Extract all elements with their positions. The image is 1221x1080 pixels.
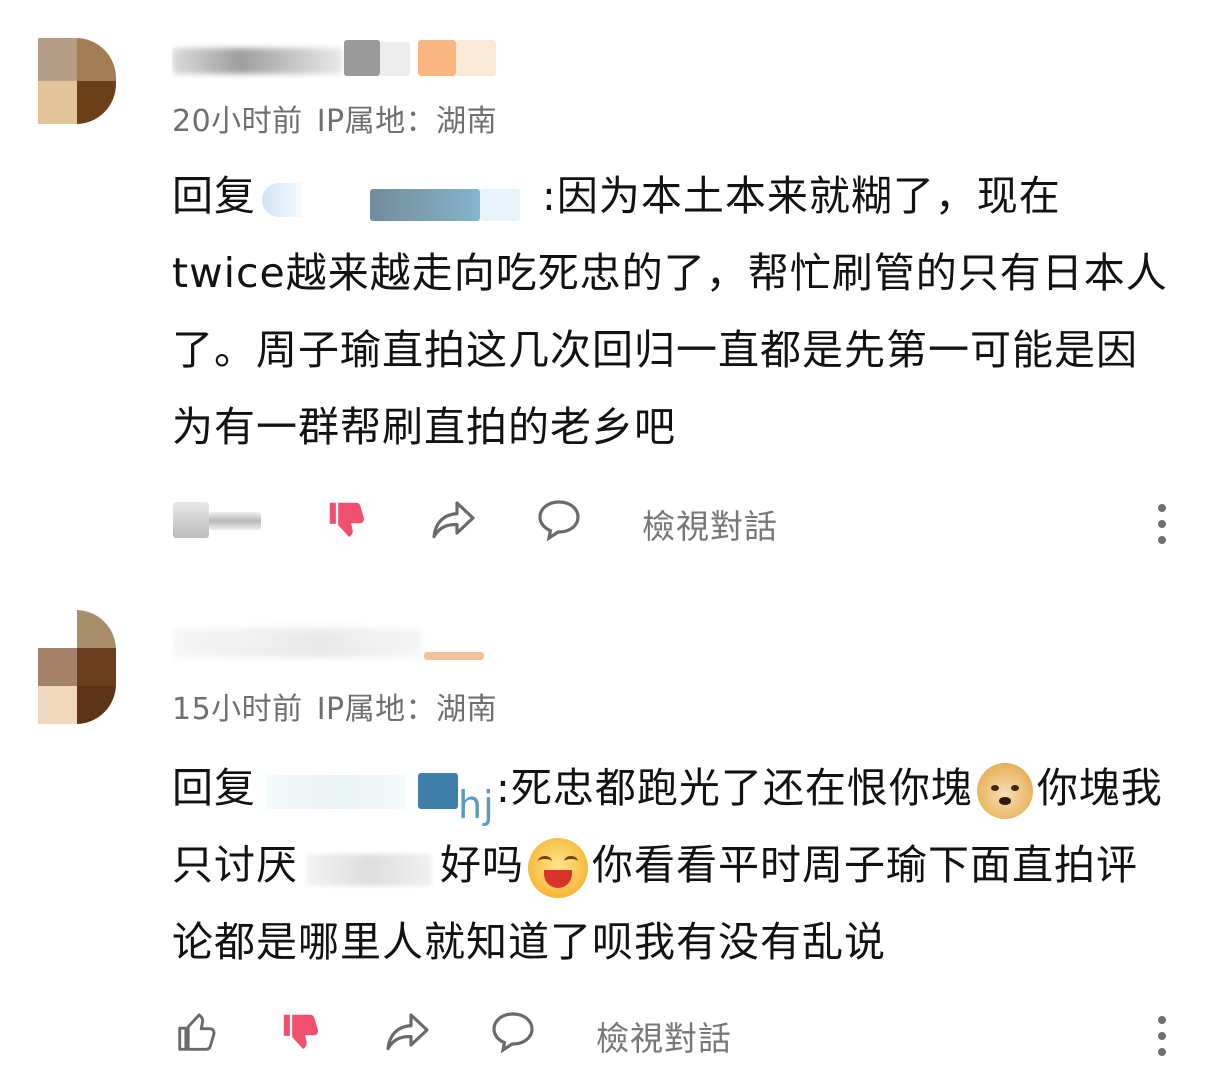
comment-actions: 檢視對話 [172,1002,1172,1062]
mention-redacted[interactable] [302,848,436,888]
avatar[interactable] [38,38,116,124]
share-button[interactable] [428,490,478,550]
view-thread-link[interactable]: 檢視對話 [596,1012,732,1060]
comment-actions: 檢視對話 [172,490,1172,550]
thumbs-up-icon [178,1013,216,1051]
like-count-redacted [172,490,262,550]
more-options-button[interactable] [1152,494,1172,546]
reply-button[interactable] [534,490,584,550]
mention-redacted[interactable]: hj [260,771,494,827]
comment-body: 回复 :因为本土本来就糊了，现在twice越来越走向吃死忠的了，帮忙刷管的只有日… [172,158,1172,466]
ip-location: IP属地：湖南 [316,692,498,727]
reply-prefix: 回复 [172,172,256,220]
comment-body: 回复 hj :死忠都跑光了还在恨你塊 你塊我只讨厌 好吗 你看看平时周子瑜下面直… [172,750,1172,981]
reply-prefix: 回复 [172,764,256,812]
timestamp: 20小时前 [172,104,303,139]
mention-suffix: hj [458,783,495,827]
comment-meta: 20小时前 IP属地：湖南 [172,96,511,140]
share-button[interactable] [382,1002,432,1062]
view-thread-link[interactable]: 檢視對話 [642,500,778,548]
reply-text: 好吗 [440,841,524,889]
like-button[interactable] [172,1002,222,1062]
doge-emoji-icon [976,763,1033,819]
avatar[interactable] [38,610,116,724]
mention-redacted[interactable] [260,179,538,221]
more-options-button[interactable] [1152,1006,1172,1058]
dislike-button[interactable] [322,490,372,550]
share-arrow-icon [386,1013,429,1051]
comment-meta: 15小时前 IP属地：湖南 [172,684,511,728]
ip-location: IP属地：湖南 [316,104,498,139]
laughing-emoji-icon [528,838,588,898]
share-arrow-icon [432,501,475,539]
speech-bubble-icon [538,500,580,542]
thumbs-down-icon [283,1014,319,1050]
username-redacted[interactable] [172,620,502,664]
reply-text: :死忠都跑光了还在恨你塊 [496,764,973,812]
reply-button[interactable] [488,1002,538,1062]
timestamp: 15小时前 [172,692,303,727]
username-redacted[interactable] [172,36,502,80]
dislike-button[interactable] [276,1002,326,1062]
speech-bubble-icon [492,1012,534,1054]
thumbs-down-icon [329,502,365,538]
